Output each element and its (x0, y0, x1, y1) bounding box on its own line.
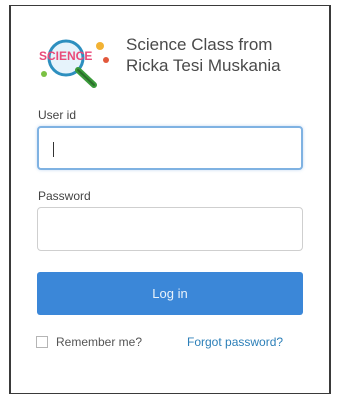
app-title-line2: Ricka Tesi Muskania (126, 56, 281, 75)
password-label: Password (38, 189, 91, 203)
text-cursor (53, 142, 54, 157)
app-title-line1: Science Class from (126, 35, 273, 54)
app-header: SCIENCE Science Class from Ricka Tesi Mu… (36, 32, 306, 88)
remember-me-checkbox[interactable] (36, 336, 48, 348)
remember-me-label: Remember me? (56, 335, 143, 349)
password-input[interactable] (37, 207, 303, 251)
login-button[interactable]: Log in (37, 272, 303, 315)
science-logo-icon: SCIENCE (39, 39, 109, 88)
app-title: Science Class from Ricka Tesi Muskania (126, 34, 281, 76)
forgot-password-link[interactable]: Forgot password? (187, 335, 283, 349)
svg-text:SCIENCE: SCIENCE (39, 49, 92, 63)
user-id-label: User id (38, 108, 77, 122)
remember-me[interactable]: Remember me? (36, 334, 142, 350)
user-id-input[interactable] (37, 126, 303, 170)
